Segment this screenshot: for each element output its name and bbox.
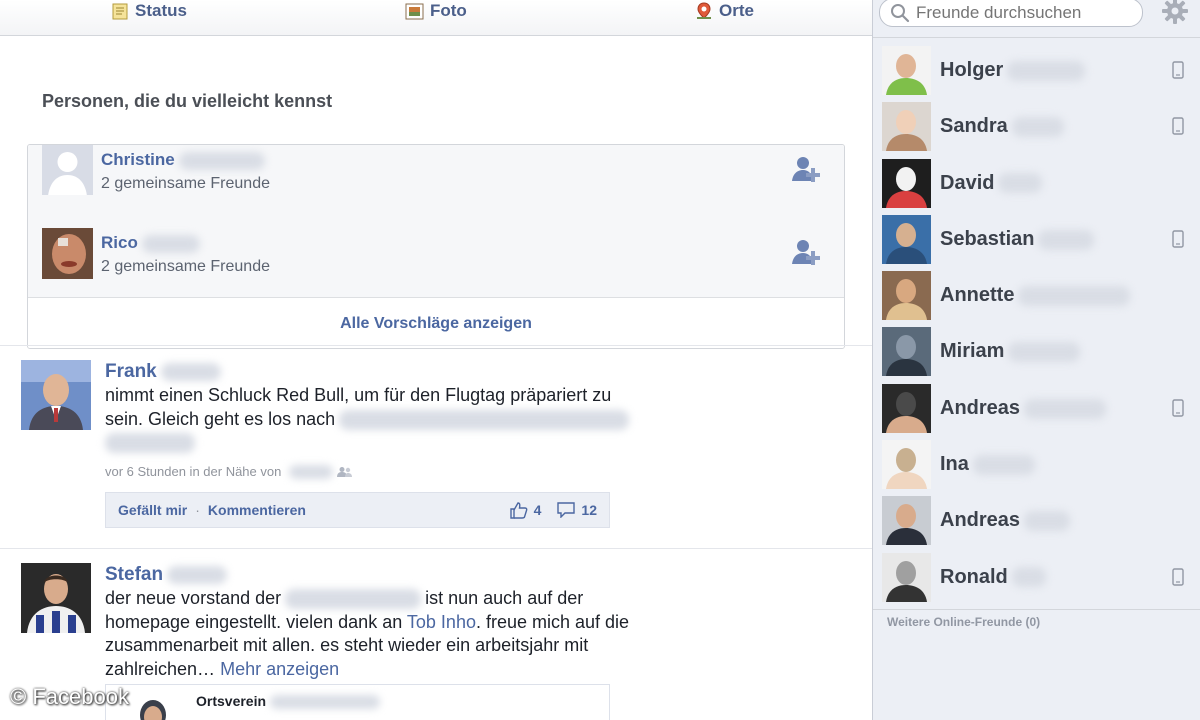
post-text-line: zusammenarbeit mit allen. es steht wiede…	[105, 635, 589, 655]
friend-item[interactable]: Miriam	[873, 327, 1200, 383]
friend-name: Andreas	[940, 397, 1107, 420]
add-friend-icon[interactable]	[790, 154, 822, 186]
post-timestamp[interactable]: vor 6 Stunden in der Nähe von	[105, 464, 281, 479]
shared-thumbnail	[120, 693, 186, 720]
places-label: Orte	[719, 1, 754, 20]
photo-label: Foto	[430, 1, 467, 20]
mention-link[interactable]: Tob Inho	[407, 612, 476, 632]
copyright-watermark: © Facebook	[10, 684, 129, 709]
post-author[interactable]: Frank	[105, 361, 221, 383]
mobile-phone-icon	[1172, 399, 1184, 417]
friend-search-input[interactable]	[916, 3, 1136, 23]
mobile-phone-icon	[1172, 117, 1184, 135]
comment-button[interactable]: Kommentieren	[208, 502, 306, 518]
friend-name: Andreas	[940, 509, 1071, 532]
friend-item[interactable]: Ina	[873, 440, 1200, 496]
friend-item[interactable]: Andreas	[873, 383, 1200, 440]
shared-link-preview[interactable]: Ortsverein	[105, 684, 610, 720]
friend-item[interactable]: Sebastian	[873, 214, 1200, 271]
status-button[interactable]: Status	[112, 0, 187, 22]
avatar[interactable]	[21, 360, 91, 430]
like-button[interactable]: Gefällt mir	[118, 502, 187, 518]
friend-avatar	[882, 440, 931, 490]
mobile-phone-icon	[1172, 230, 1184, 248]
friend-name: Annette	[940, 284, 1131, 307]
friend-avatar	[882, 271, 931, 321]
post-text: nimmt einen Schluck Red Bull, um für den…	[105, 384, 665, 455]
chat-sidebar: Holger Sandra David Sebastian Annette Miriam A…	[872, 0, 1200, 720]
suggestions-card: Christine 2 gemeinsame Freunde Rico 2 ge…	[27, 144, 845, 349]
avatar-placeholder[interactable]	[42, 145, 93, 195]
composer-bar: Status Foto Orte	[0, 0, 872, 36]
suggestion-name[interactable]: Rico	[101, 233, 200, 253]
post-text-line: homepage eingestellt. vielen dank an Tob…	[105, 611, 630, 632]
friend-avatar	[882, 158, 931, 208]
post-text: der neue vorstand der ist nun auch auf de…	[105, 587, 665, 681]
suggestion-item: Rico 2 gemeinsame Freunde	[28, 214, 844, 298]
sidebar-divider	[873, 37, 1200, 38]
like-count[interactable]: 4	[534, 502, 542, 518]
thumbs-up-icon[interactable]	[509, 501, 528, 519]
news-feed: Status Foto Orte Personen, die du vielle…	[0, 0, 872, 720]
feed-divider	[0, 345, 872, 346]
sidebar-divider	[873, 609, 1200, 610]
photo-icon	[405, 3, 424, 19]
friend-avatar	[882, 383, 931, 433]
post-text-line: der neue vorstand der ist nun auch auf de…	[105, 588, 584, 610]
friend-item[interactable]: Andreas	[873, 496, 1200, 552]
friend-item[interactable]: David	[873, 158, 1200, 215]
people-you-may-know: Personen, die du vielleicht kennst Chris…	[0, 36, 872, 349]
friend-avatar	[882, 327, 931, 377]
friend-avatar	[882, 102, 931, 152]
friend-item[interactable]: Ronald	[873, 552, 1200, 609]
friend-name: Miriam	[940, 340, 1081, 363]
friends-audience-icon[interactable]	[337, 466, 353, 478]
friend-name: Ronald	[940, 566, 1046, 589]
gear-icon[interactable]	[1161, 0, 1189, 25]
avatar[interactable]	[21, 563, 91, 633]
friend-item[interactable]: Sandra	[873, 102, 1200, 158]
more-online-friends-link[interactable]: Weitere Online-Freunde (0)	[887, 615, 1040, 629]
mobile-phone-icon	[1172, 61, 1184, 79]
friend-item[interactable]: Holger	[873, 46, 1200, 102]
comment-icon[interactable]	[557, 502, 576, 518]
avatar[interactable]	[42, 228, 93, 279]
comment-count[interactable]: 12	[581, 502, 597, 518]
photo-button[interactable]: Foto	[405, 0, 467, 22]
status-icon	[112, 3, 128, 19]
shared-page-name[interactable]: Ortsverein	[196, 693, 381, 710]
online-friends-list: Holger Sandra David Sebastian Annette Miriam A…	[873, 46, 1200, 609]
mobile-phone-icon	[1172, 567, 1184, 586]
show-more-link[interactable]: Mehr anzeigen	[220, 659, 339, 679]
feed-divider	[0, 548, 872, 549]
post-author[interactable]: Stefan	[105, 564, 228, 586]
add-friend-icon[interactable]	[790, 237, 822, 269]
friend-item[interactable]: Annette	[873, 271, 1200, 327]
mutual-friends[interactable]: 2 gemeinsame Freunde	[101, 175, 270, 193]
post-meta: vor 6 Stunden in der Nähe von	[105, 464, 353, 479]
location-pin-icon	[697, 2, 711, 19]
post-action-bar: Gefällt mir · Kommentieren 4 12	[105, 492, 610, 528]
friend-name: Sandra	[940, 115, 1064, 138]
suggestion-name[interactable]: Christine	[101, 150, 265, 170]
friend-avatar	[882, 214, 931, 264]
friend-name: Holger	[940, 59, 1086, 82]
friend-name: David	[940, 172, 1043, 195]
friend-avatar	[882, 496, 931, 546]
status-label: Status	[135, 1, 187, 20]
post-text-line	[105, 431, 665, 455]
mutual-friends[interactable]: 2 gemeinsame Freunde	[101, 258, 270, 276]
friend-avatar	[882, 552, 931, 602]
show-all-suggestions-link[interactable]: Alle Vorschläge anzeigen	[28, 298, 844, 348]
section-title: Personen, die du vielleicht kennst	[42, 91, 333, 111]
post-text-line: nimmt einen Schluck Red Bull, um für den…	[105, 385, 612, 405]
friend-search-box[interactable]	[879, 0, 1143, 27]
places-button[interactable]: Orte	[695, 0, 754, 22]
friend-name: Sebastian	[940, 228, 1095, 251]
friend-name: Ina	[940, 453, 1035, 476]
post-text-line: sein. Gleich geht es los nach	[105, 408, 665, 432]
search-icon	[891, 4, 910, 23]
friend-avatar	[882, 46, 931, 95]
post-text-line: zahlreichen… Mehr anzeigen	[105, 658, 340, 679]
